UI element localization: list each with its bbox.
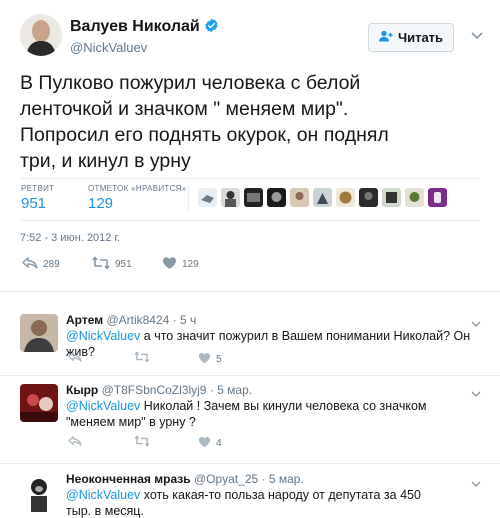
mention-link[interactable]: @NickValuev — [66, 329, 140, 343]
liker-avatar[interactable] — [313, 188, 332, 207]
reply-tweet[interactable]: Артем @Artik8424 · 5 ч @NickValuev а что… — [0, 304, 500, 376]
author-name-text[interactable]: Валуев Николай — [70, 18, 200, 35]
retweet-button[interactable]: 951 — [92, 256, 162, 273]
reply-separator: · — [261, 472, 266, 486]
retweet-icon — [92, 256, 110, 273]
like-icon — [198, 436, 211, 451]
author-name[interactable]: Валуев Николай — [70, 18, 219, 38]
reply-avatar[interactable] — [20, 474, 58, 512]
like-count: 4 — [216, 437, 222, 449]
reply-author-handle[interactable]: @Artik8424 — [106, 313, 169, 327]
reply-date[interactable]: 5 мар. — [217, 383, 252, 397]
chevron-down-icon[interactable] — [471, 316, 481, 327]
like-button[interactable]: 5 — [198, 350, 222, 368]
reply-button[interactable]: 289 — [22, 256, 92, 273]
retweet-count: 951 — [115, 259, 132, 270]
chevron-down-icon[interactable] — [471, 386, 481, 397]
retweets-stat-label: РЕТВИТ — [21, 184, 55, 193]
mention-link[interactable]: @NickValuev — [66, 488, 140, 502]
reply-header: Неоконченная мразь @Opyat_25 · 5 мар. — [66, 472, 304, 486]
liker-avatar[interactable] — [267, 188, 286, 207]
liker-avatar[interactable] — [198, 188, 217, 207]
likes-stat-value: 129 — [88, 195, 114, 212]
reply-author-handle[interactable]: @T8FSbnCoZl3lyj9 — [102, 383, 207, 397]
chevron-down-icon[interactable] — [471, 476, 481, 487]
reply-icon[interactable] — [68, 350, 82, 368]
reply-date[interactable]: 5 ч — [180, 313, 196, 327]
liker-avatar[interactable] — [405, 188, 424, 207]
reply-actions: 5 — [68, 350, 222, 368]
likes-stat[interactable]: ОТМЕТОК «НРАВИТСЯ» 129 — [88, 184, 186, 212]
author-avatar[interactable] — [20, 14, 62, 56]
follow-button[interactable]: Читать — [368, 23, 454, 52]
likers-avatars — [198, 188, 447, 207]
reply-icon[interactable] — [68, 434, 82, 452]
like-button[interactable]: 4 — [198, 434, 222, 452]
liker-avatar[interactable] — [244, 188, 263, 207]
reply-separator: · — [172, 313, 177, 327]
liker-avatar[interactable] — [336, 188, 355, 207]
mention-link[interactable]: @NickValuev — [66, 399, 140, 413]
reply-author-handle[interactable]: @Opyat_25 — [194, 472, 258, 486]
chevron-down-icon[interactable] — [470, 28, 484, 42]
liker-avatar[interactable] — [221, 188, 240, 207]
like-icon — [198, 352, 211, 367]
like-icon — [162, 256, 177, 273]
retweets-stat-value: 951 — [21, 195, 47, 212]
reply-author-name[interactable]: Неоконченная мразь — [66, 472, 191, 486]
liker-avatar[interactable] — [382, 188, 401, 207]
author-handle[interactable]: @NickValuev — [70, 40, 147, 55]
reply-avatar[interactable] — [20, 314, 58, 352]
reply-avatar[interactable] — [20, 384, 58, 422]
verified-badge-icon — [204, 18, 219, 38]
tweet-timestamp[interactable]: 7:52 - 3 июн. 2012 г. — [20, 232, 120, 244]
tweet-text: В Пулково пожурил человека с белой ленто… — [20, 72, 389, 172]
follow-button-label: Читать — [397, 30, 444, 45]
retweets-stat[interactable]: РЕТВИТ 951 — [21, 184, 54, 212]
divider — [188, 186, 189, 212]
retweet-icon[interactable] — [134, 350, 150, 368]
reply-text: @NickValuev хоть какая-то польза народу … — [66, 487, 446, 518]
like-count: 129 — [182, 259, 199, 270]
reply-header: Артем @Artik8424 · 5 ч — [66, 313, 196, 327]
reply-author-name[interactable]: Кырр — [66, 383, 98, 397]
main-tweet: Валуев Николай @NickValuev Читать В Пулк… — [0, 0, 500, 292]
reply-date[interactable]: 5 мар. — [269, 472, 304, 486]
reply-author-name[interactable]: Артем — [66, 313, 103, 327]
reply-count: 289 — [43, 259, 60, 270]
reply-tweet[interactable]: Неоконченная мразь @Opyat_25 · 5 мар. @N… — [0, 464, 500, 518]
reply-tweet[interactable]: Кырр @T8FSbnCoZl3lyj9 · 5 мар. @NickValu… — [0, 376, 500, 464]
divider — [20, 220, 480, 221]
liker-avatar[interactable] — [290, 188, 309, 207]
likes-stat-label: ОТМЕТОК «НРАВИТСЯ» — [88, 184, 187, 193]
reply-separator: · — [209, 383, 214, 397]
follow-user-icon — [378, 30, 393, 45]
like-button[interactable]: 129 — [162, 256, 232, 273]
reply-header: Кырр @T8FSbnCoZl3lyj9 · 5 мар. — [66, 383, 252, 397]
like-count: 5 — [216, 353, 222, 365]
liker-avatar[interactable] — [359, 188, 378, 207]
liker-avatar[interactable] — [428, 188, 447, 207]
reply-text: @NickValuev Николай ! Зачем вы кинули че… — [66, 398, 446, 430]
reply-actions: 4 — [68, 434, 222, 452]
reply-icon — [22, 256, 38, 273]
retweet-icon[interactable] — [134, 434, 150, 452]
divider — [20, 178, 480, 179]
tweet-actions: 289 951 129 — [22, 256, 232, 273]
